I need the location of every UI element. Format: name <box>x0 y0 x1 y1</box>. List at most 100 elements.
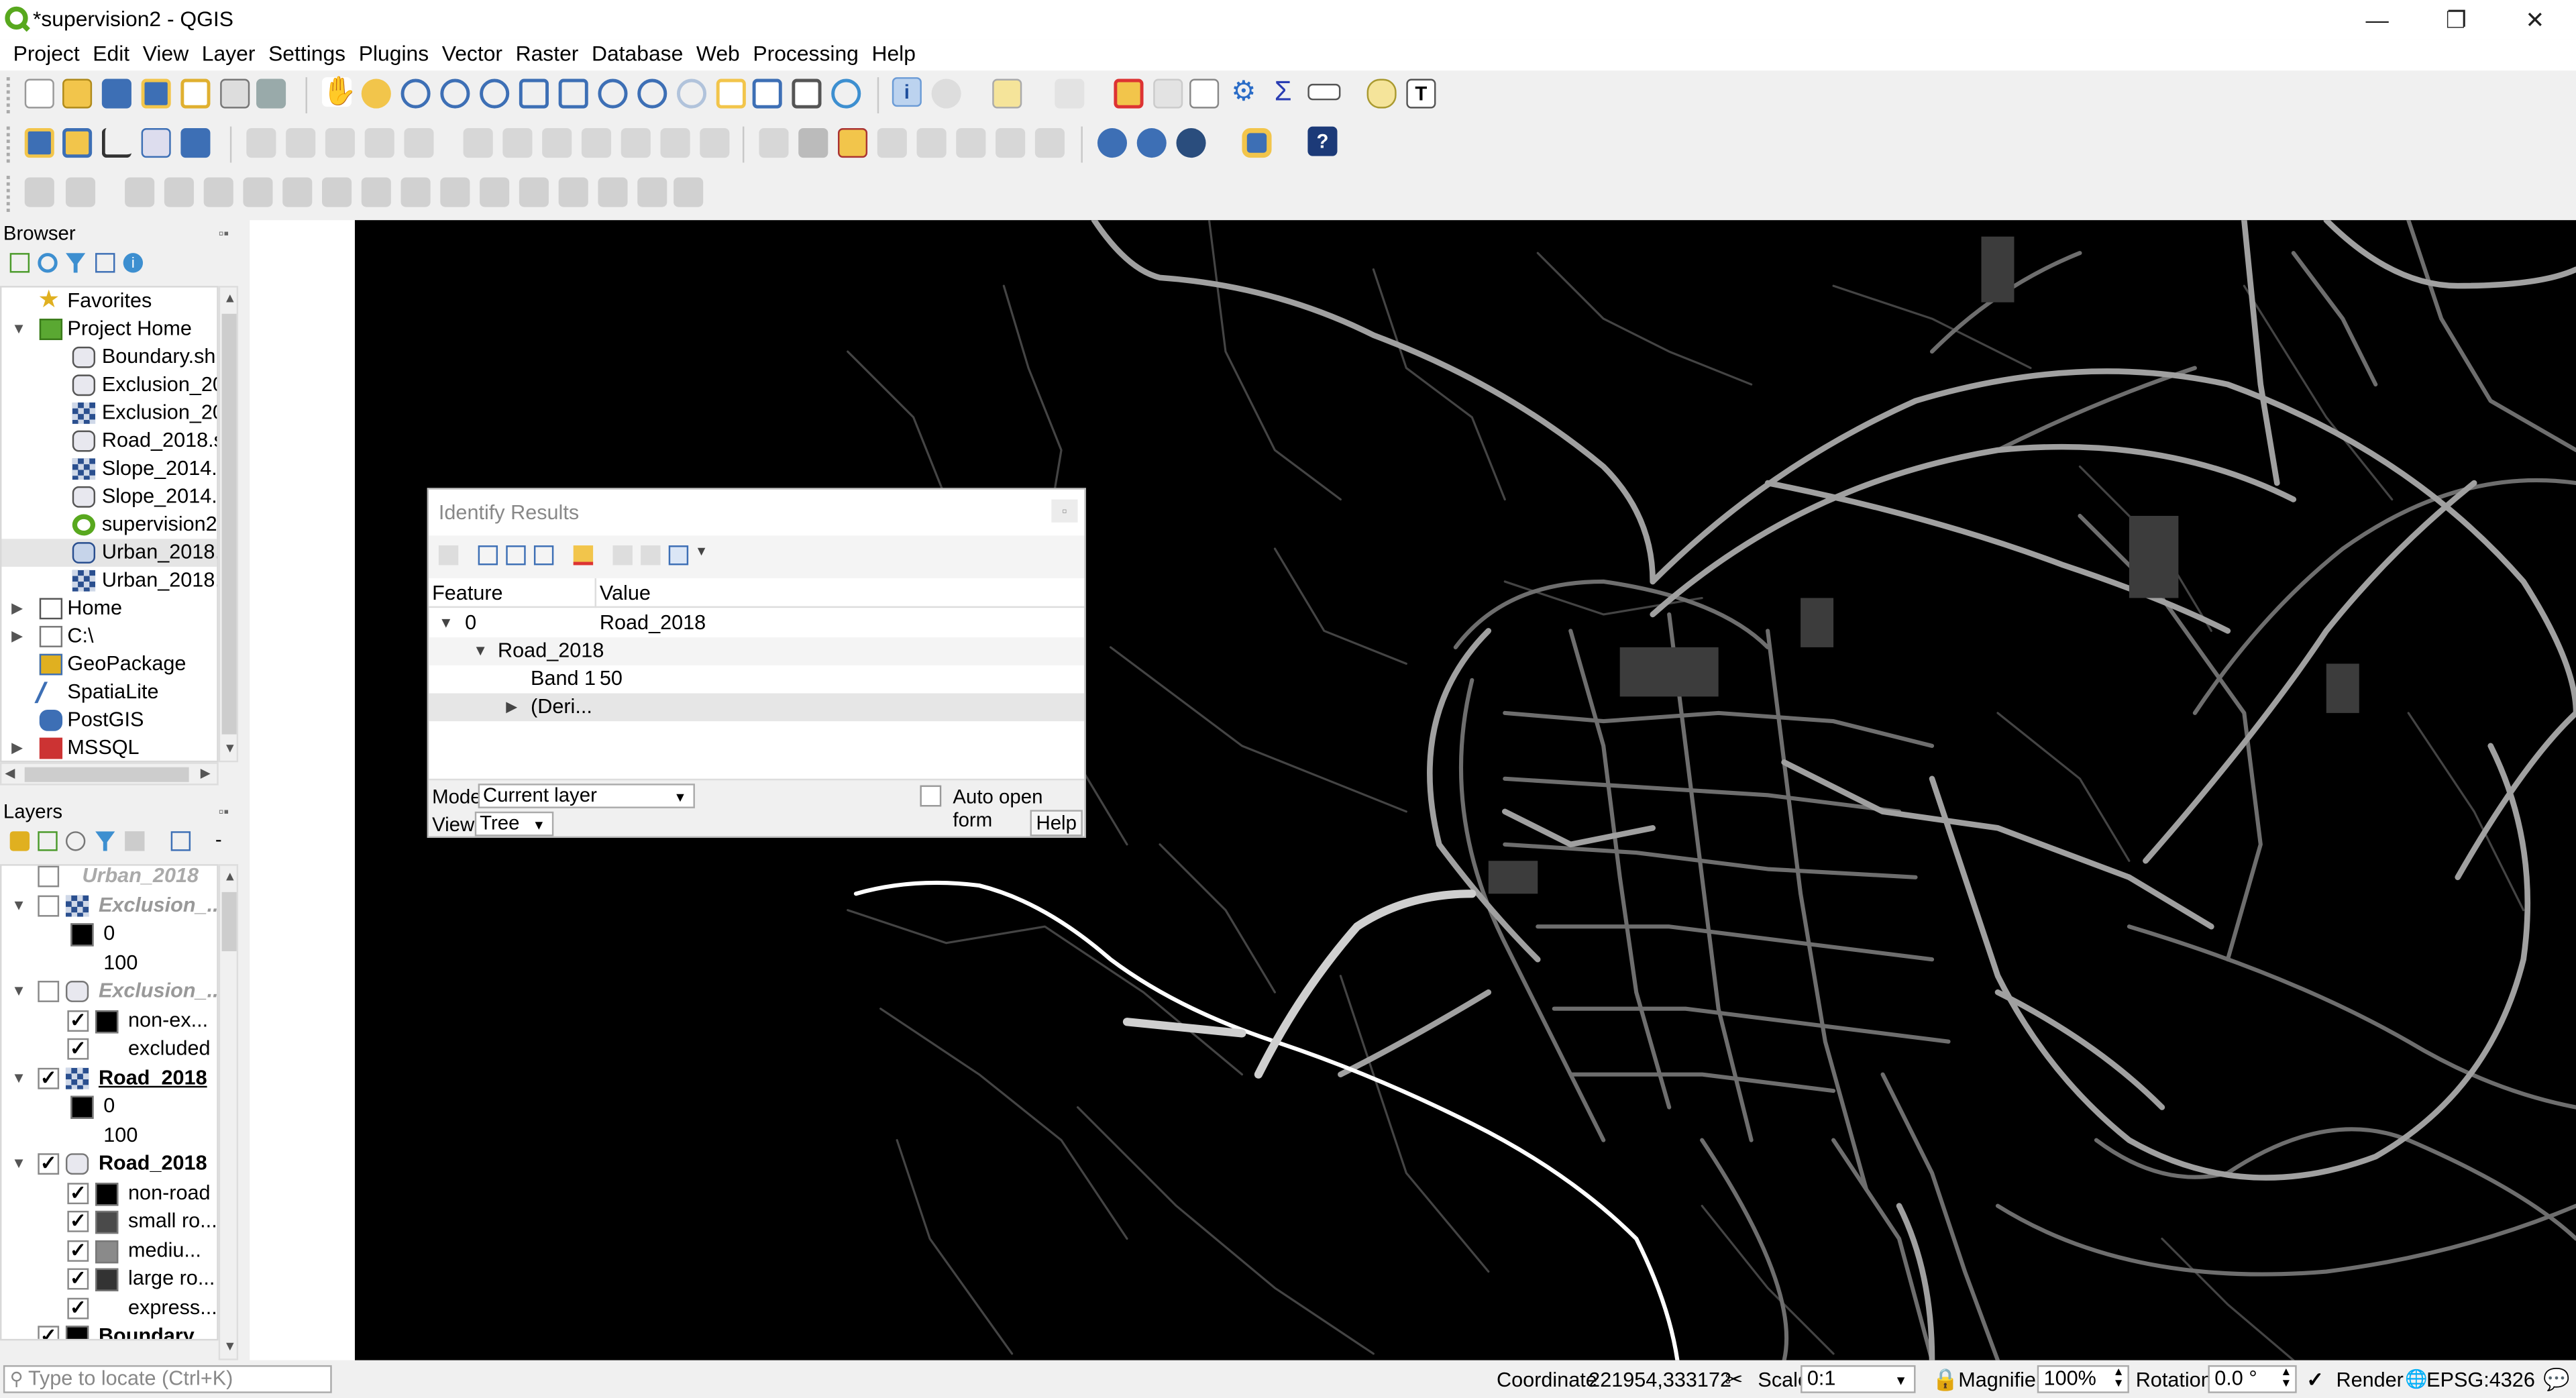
select-features-icon[interactable] <box>992 78 1022 109</box>
expand-all-icon[interactable] <box>170 831 191 851</box>
column-value[interactable]: Value <box>600 582 651 604</box>
highlight-pinned-labels-icon[interactable] <box>837 128 868 158</box>
trim-extend-icon[interactable] <box>674 177 704 207</box>
identify-row[interactable]: ▶ (Deri... <box>429 693 1085 722</box>
layer-visibility-checkbox[interactable]: ✓ <box>67 1182 89 1203</box>
menu-layer[interactable]: Layer <box>202 40 256 69</box>
expand-arrow-icon[interactable]: ▼ <box>439 610 453 638</box>
identify-results-title[interactable]: Identify Results <box>429 489 1085 536</box>
menu-processing[interactable]: Processing <box>753 40 859 69</box>
delete-ring-icon[interactable] <box>282 177 313 207</box>
toggle-extents-icon[interactable]: ✂ <box>1725 1367 1743 1393</box>
toolbar-grip[interactable] <box>6 77 13 113</box>
legend-item[interactable]: ✓ excluded <box>1 1035 217 1063</box>
browser-item-spatialite[interactable]: SpatiaLite <box>1 678 217 706</box>
expand-arrow-icon[interactable]: ▶ <box>506 693 517 721</box>
menu-help[interactable]: Help <box>871 40 916 69</box>
toolbar-grip[interactable] <box>6 126 13 163</box>
layer-item[interactable]: Urban_2018 <box>1 865 217 891</box>
layer-visibility-checkbox[interactable]: ✓ <box>67 1297 89 1319</box>
zoom-in-icon[interactable] <box>400 78 431 109</box>
move-label-icon[interactable] <box>956 128 986 158</box>
menu-vector[interactable]: Vector <box>442 40 502 69</box>
dropdown-arrow-icon[interactable]: ▼ <box>695 544 708 559</box>
identify-mode-icon[interactable] <box>668 545 689 566</box>
open-form-icon[interactable] <box>438 545 459 566</box>
zoom-to-layer-icon[interactable] <box>598 78 628 109</box>
layer-visibility-checkbox[interactable] <box>38 894 60 916</box>
legend-item[interactable]: ✓ non-ex... <box>1 1006 217 1034</box>
layer-visibility-checkbox[interactable]: ✓ <box>67 1038 89 1060</box>
menu-plugins[interactable]: Plugins <box>359 40 429 69</box>
browser-item-exclusion-tif[interactable]: Exclusion_2018.tif <box>1 399 217 427</box>
statistical-summary-icon[interactable]: Σ <box>1269 76 1298 107</box>
menu-web[interactable]: Web <box>696 40 740 69</box>
layer-item[interactable]: ✓ Boundary <box>1 1322 217 1339</box>
legend-item[interactable]: 0 <box>1 920 217 948</box>
new-map-view-icon[interactable] <box>716 78 746 109</box>
coordinate-value[interactable]: 221954,333172 <box>1589 1367 1731 1393</box>
python-console-icon[interactable] <box>1242 128 1272 158</box>
layer-visibility-checkbox[interactable]: ✓ <box>67 1239 89 1261</box>
layer-labeling-icon[interactable] <box>798 128 828 158</box>
close-button[interactable]: ✕ <box>2510 5 2559 34</box>
split-features-icon[interactable] <box>440 177 470 207</box>
rotation-spinbox[interactable]: 0.0 ° ▲ ▼ <box>2208 1365 2297 1393</box>
browser-vertical-scrollbar[interactable]: ▲ ▼ <box>218 286 239 763</box>
messages-icon[interactable]: 💬 <box>2543 1367 2570 1393</box>
temporal-controller-icon[interactable] <box>752 78 782 109</box>
zoom-native-icon[interactable] <box>637 78 667 109</box>
new-spatialite-layer-icon[interactable] <box>141 128 171 158</box>
menu-raster[interactable]: Raster <box>516 40 579 69</box>
save-edits-icon[interactable] <box>325 128 355 158</box>
filter-browser-icon[interactable] <box>65 253 86 273</box>
identify-row[interactable]: ▼ Road_2018 <box>429 637 1085 665</box>
identify-results-dialog[interactable]: Identify Results ▫ ▼ Feature Value ▼ 0 R… <box>427 488 1086 838</box>
menu-settings[interactable]: Settings <box>268 40 345 69</box>
identify-row[interactable]: Band 1 50 <box>429 665 1084 694</box>
browser-horizontal-scrollbar[interactable]: ◀ ▶ <box>0 762 219 786</box>
panel-float-close-icon[interactable]: ▫▪ <box>219 225 229 241</box>
layer-visibility-checkbox[interactable] <box>38 865 60 888</box>
expand-tree-icon[interactable] <box>478 545 498 566</box>
layer-item[interactable]: ▼ ✓ Road_2018 <box>1 1064 217 1092</box>
legend-item[interactable]: ✓ large ro... <box>1 1265 217 1293</box>
legend-item[interactable]: 0 <box>1 1093 217 1121</box>
collapse-tree-icon[interactable] <box>506 545 526 566</box>
add-part-icon[interactable] <box>203 177 233 207</box>
magnifier-spinbox[interactable]: 100% ▲ ▼ <box>2037 1365 2129 1393</box>
view-select[interactable]: Tree ▼ <box>474 811 554 837</box>
layer-item[interactable]: ▼ ✓ Road_2018 <box>1 1150 217 1178</box>
help-contents-icon[interactable]: ? <box>1307 126 1338 156</box>
expand-arrow-icon[interactable]: ▼ <box>473 637 488 665</box>
change-label-icon[interactable] <box>1034 128 1065 158</box>
style-manager-icon[interactable] <box>256 78 286 109</box>
legend-item[interactable]: ✓ small ro... <box>1 1207 217 1236</box>
rotate-label-icon[interactable] <box>996 128 1026 158</box>
layer-visibility-checkbox[interactable]: ✓ <box>38 1326 60 1339</box>
menu-database[interactable]: Database <box>592 40 683 69</box>
browser-item-slope-tif-2[interactable]: Slope_2014.tif <box>1 483 217 511</box>
browser-item-urban-tif[interactable]: Urban_2018.tif <box>1 567 217 595</box>
paste-features-icon[interactable] <box>621 128 651 158</box>
zoom-to-selection-icon[interactable] <box>558 78 588 109</box>
zoom-rubberband-icon[interactable] <box>480 78 510 109</box>
scale-combobox[interactable]: 0:1 ▼ <box>1801 1365 1916 1393</box>
label-toolbar-icon[interactable] <box>759 128 789 158</box>
browser-item-c-drive[interactable]: ▶ C:\ <box>1 623 217 651</box>
pin-labels-icon[interactable] <box>877 128 907 158</box>
offset-curve-icon[interactable] <box>400 177 431 207</box>
expand-arrow-icon[interactable]: ▼ <box>11 977 26 1006</box>
field-calculator-icon[interactable] <box>1189 78 1220 109</box>
toggle-editing-icon[interactable] <box>286 128 316 158</box>
lock-scale-icon[interactable]: 🔒 <box>1932 1367 1959 1393</box>
text-annotation-icon[interactable]: T <box>1406 78 1436 109</box>
zoom-out-icon[interactable] <box>440 78 470 109</box>
map-tips-icon[interactable] <box>1366 78 1397 109</box>
filter-by-expression-icon[interactable] <box>125 831 145 851</box>
cut-features-icon[interactable] <box>542 128 572 158</box>
attribute-table-icon[interactable] <box>1153 78 1183 109</box>
new-print-layout-icon[interactable] <box>180 78 211 109</box>
simplify-feature-icon[interactable] <box>125 177 155 207</box>
offset-point-symbol-icon[interactable] <box>637 177 667 207</box>
